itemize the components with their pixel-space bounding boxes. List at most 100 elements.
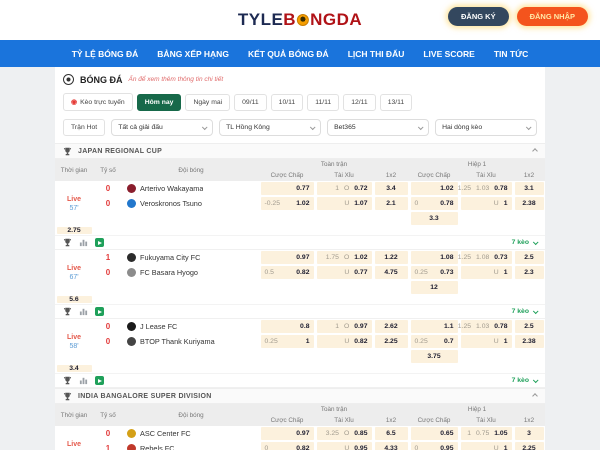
handicap-odds-cell[interactable]: 0.50.82 bbox=[261, 266, 314, 279]
one-x-two-odds-cell[interactable]: 2.38 bbox=[515, 197, 544, 210]
one-x-two-odds-cell[interactable]: 2.25 bbox=[515, 442, 544, 450]
league-header-0[interactable]: JAPAN REGIONAL CUP bbox=[55, 143, 545, 159]
team-row[interactable]: Arterivo Wakayama bbox=[123, 181, 259, 196]
team-row[interactable]: Veroskronos Tsuno bbox=[123, 196, 259, 211]
date-tab-1[interactable]: Hôm nay bbox=[137, 94, 182, 111]
nav-item-0[interactable]: TỶ LỆ BÓNG ĐÁ bbox=[72, 49, 139, 59]
handicap-odds-cell[interactable]: 0.97 bbox=[261, 251, 314, 264]
date-tab-7[interactable]: 13/11 bbox=[380, 94, 413, 111]
one-x-two-odds-cell[interactable]: 4.33 bbox=[375, 442, 408, 450]
team-row[interactable]: BTOP Thank Kuriyama bbox=[123, 334, 259, 349]
one-x-two-odds-cell[interactable]: 2.5 bbox=[515, 251, 544, 264]
date-tab-5[interactable]: 11/11 bbox=[307, 94, 339, 111]
filter-dropdown-0[interactable]: Tất cả giải đấu bbox=[111, 119, 213, 136]
team-row[interactable]: ASC Center FC bbox=[123, 426, 259, 441]
team-badge-icon bbox=[127, 253, 136, 262]
live-video-icon[interactable] bbox=[95, 376, 104, 385]
one-x-two-odds-cell[interactable]: 6.5 bbox=[375, 427, 408, 440]
over-under-odds-cell[interactable]: U0.77 bbox=[317, 266, 372, 279]
more-odds-link[interactable]: 7 kèo bbox=[512, 377, 537, 384]
one-x-two-odds-cell[interactable]: 4.75 bbox=[375, 266, 408, 279]
date-tab-3[interactable]: 09/11 bbox=[234, 94, 267, 111]
handicap-odds-cell[interactable]: 0.65 bbox=[411, 427, 458, 440]
over-under-odds-cell[interactable]: 3.25O0.85 bbox=[317, 427, 372, 440]
nav-item-1[interactable]: BẢNG XẾP HẠNG bbox=[157, 49, 229, 59]
over-under-odds-cell[interactable]: U0.82 bbox=[317, 335, 372, 348]
one-x-two-odds-cell[interactable]: 2.1 bbox=[375, 197, 408, 210]
handicap-odds-cell[interactable]: 00.95 bbox=[411, 442, 458, 450]
filter-dropdown-2[interactable]: Bet365 bbox=[327, 119, 429, 136]
over-under-odds-cell[interactable]: 1.251.030.78 bbox=[461, 320, 512, 333]
handicap-odds-cell[interactable]: 0.250.7 bbox=[411, 335, 458, 348]
nav-item-4[interactable]: LIVE SCORE bbox=[423, 49, 474, 59]
handicap-odds-cell[interactable]: 0.251 bbox=[261, 335, 314, 348]
login-button[interactable]: ĐĂNG NHẬP bbox=[517, 7, 588, 26]
trophy-icon[interactable] bbox=[63, 376, 72, 385]
nav-item-3[interactable]: LỊCH THI ĐẤU bbox=[348, 49, 405, 59]
handicap-odds-cell[interactable]: 0.77 bbox=[261, 182, 314, 195]
date-tab-0[interactable]: ◉Kèo trực tuyến bbox=[63, 93, 133, 111]
handicap-odds-cell[interactable]: -0.251.02 bbox=[261, 197, 314, 210]
over-under-odds-cell[interactable]: 1O0.72 bbox=[317, 182, 372, 195]
one-x-two-odds-cell[interactable]: 2.75 bbox=[57, 227, 92, 234]
over-under-odds-cell[interactable]: 1.251.080.73 bbox=[461, 251, 512, 264]
handicap-odds-cell[interactable]: 1.1 bbox=[411, 320, 458, 333]
live-video-icon[interactable] bbox=[95, 307, 104, 316]
date-tab-4[interactable]: 10/11 bbox=[271, 94, 304, 111]
over-under-odds-cell[interactable]: U1 bbox=[461, 442, 512, 450]
team-row[interactable]: J Lease FC bbox=[123, 319, 259, 334]
one-x-two-odds-cell[interactable]: 12 bbox=[411, 281, 458, 294]
nav-item-5[interactable]: TIN TỨC bbox=[494, 49, 528, 59]
stats-icon[interactable] bbox=[79, 238, 88, 247]
team-row[interactable]: Fukuyama City FC bbox=[123, 250, 259, 265]
over-under-odds-cell[interactable]: 10.751.05 bbox=[461, 427, 512, 440]
team-row[interactable]: Rebels FC bbox=[123, 441, 259, 450]
one-x-two-odds-cell[interactable]: 3.1 bbox=[515, 182, 544, 195]
handicap-odds: 0.97 bbox=[296, 430, 309, 437]
handicap-odds-cell[interactable]: 0.97 bbox=[261, 427, 314, 440]
handicap-odds-cell[interactable]: 1.02 bbox=[411, 182, 458, 195]
one-x-two-odds-cell[interactable]: 2.25 bbox=[375, 335, 408, 348]
filter-dropdown-3[interactable]: Hai dòng kèo bbox=[435, 119, 537, 136]
date-tab-2[interactable]: Ngày mai bbox=[185, 94, 230, 111]
one-x-two-odds-cell[interactable]: 3.75 bbox=[411, 350, 458, 363]
over-under-odds-cell[interactable]: 1O0.97 bbox=[317, 320, 372, 333]
more-odds-link[interactable]: 7 kèo bbox=[512, 308, 537, 315]
over-under-odds-cell[interactable]: 1.251.030.78 bbox=[461, 182, 512, 195]
trophy-icon[interactable] bbox=[63, 238, 72, 247]
league-header-1[interactable]: INDIA BANGALORE SUPER DIVISION bbox=[55, 388, 545, 404]
over-under-odds-cell[interactable]: U1 bbox=[461, 197, 512, 210]
handicap-odds-cell[interactable]: 1.08 bbox=[411, 251, 458, 264]
one-x-two-odds-cell[interactable]: 3.3 bbox=[411, 212, 458, 225]
one-x-two-odds-cell[interactable]: 1.22 bbox=[375, 251, 408, 264]
trophy-icon[interactable] bbox=[63, 307, 72, 316]
team-row[interactable]: FC Basara Hyogo bbox=[123, 265, 259, 280]
handicap-odds-cell[interactable]: 00.78 bbox=[411, 197, 458, 210]
handicap-odds-cell[interactable]: 00.82 bbox=[261, 442, 314, 450]
over-under-odds-cell[interactable]: U1 bbox=[461, 266, 512, 279]
hot-matches-button[interactable]: Trận Hot bbox=[63, 119, 105, 136]
one-x-two-odds-cell[interactable]: 2.62 bbox=[375, 320, 408, 333]
over-under-odds-cell[interactable]: U1 bbox=[461, 335, 512, 348]
one-x-two-odds-cell[interactable]: 2.3 bbox=[515, 266, 544, 279]
one-x-two-odds-cell[interactable]: 2.5 bbox=[515, 320, 544, 333]
one-x-two-odds-cell[interactable]: 5.6 bbox=[57, 296, 92, 303]
date-tab-6[interactable]: 12/11 bbox=[343, 94, 376, 111]
live-video-icon[interactable] bbox=[95, 238, 104, 247]
filter-dropdown-1[interactable]: TL Hồng Kông bbox=[219, 119, 321, 136]
site-logo[interactable]: TYLEBNGDA bbox=[238, 10, 362, 30]
nav-item-2[interactable]: KẾT QUẢ BÓNG ĐÁ bbox=[248, 49, 329, 59]
over-under-odds-cell[interactable]: U1.07 bbox=[317, 197, 372, 210]
more-odds-link[interactable]: 7 kèo bbox=[512, 239, 537, 246]
over-under-odds-cell[interactable]: 1.75O1.02 bbox=[317, 251, 372, 264]
handicap-odds-cell[interactable]: 0.250.73 bbox=[411, 266, 458, 279]
one-x-two-odds-cell[interactable]: 3.4 bbox=[375, 182, 408, 195]
stats-icon[interactable] bbox=[79, 307, 88, 316]
one-x-two-odds-cell[interactable]: 3.4 bbox=[57, 365, 92, 372]
one-x-two-odds-cell[interactable]: 2.38 bbox=[515, 335, 544, 348]
one-x-two-odds-cell[interactable]: 3 bbox=[515, 427, 544, 440]
stats-icon[interactable] bbox=[79, 376, 88, 385]
handicap-odds-cell[interactable]: 0.8 bbox=[261, 320, 314, 333]
over-under-odds-cell[interactable]: U0.95 bbox=[317, 442, 372, 450]
signup-button[interactable]: ĐĂNG KÝ bbox=[448, 7, 509, 26]
